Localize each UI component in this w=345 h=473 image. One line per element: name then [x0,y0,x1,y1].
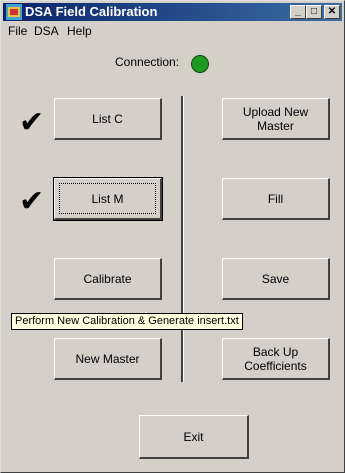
new-master-button[interactable]: New Master [54,338,162,380]
window-title: DSA Field Calibration [25,4,158,19]
close-button[interactable]: ✕ [324,5,340,19]
focus-rectangle [59,183,156,214]
menu-file[interactable]: File [8,23,27,39]
menu-help[interactable]: Help [67,23,92,39]
title-bar[interactable]: DSA Field Calibration _ □ ✕ [3,3,342,21]
connection-label: Connection: [115,55,180,69]
list-c-button[interactable]: List C [54,98,162,140]
exit-label: Exit [183,429,204,444]
app-icon [6,4,22,20]
calibrate-button[interactable]: Calibrate [54,258,162,300]
upload-new-master-button[interactable]: Upload New Master [222,98,330,140]
fill-button[interactable]: Fill [222,178,330,220]
minimize-button[interactable]: _ [290,5,306,19]
list-m-check-icon: ✔ [19,184,45,219]
list-c-check-icon: ✔ [19,105,45,140]
upload-new-master-label: Upload New Master [242,104,309,133]
back-up-coefficients-button[interactable]: Back Up Coefficients [222,338,330,380]
new-master-label: New Master [75,351,140,366]
save-label: Save [261,271,290,286]
maximize-button[interactable]: □ [306,5,322,19]
menu-dsa[interactable]: DSA [34,23,59,39]
vertical-divider [181,96,184,382]
calibrate-label: Calibrate [83,271,132,286]
exit-button[interactable]: Exit [139,415,249,459]
back-up-coefficients-label: Back Up Coefficients [244,344,307,373]
calibrate-tooltip: Perform New Calibration & Generate inser… [11,313,243,330]
fill-label: Fill [267,191,284,206]
list-c-label: List C [92,111,123,126]
connection-status-indicator [191,55,209,73]
save-button[interactable]: Save [222,258,330,300]
app-window: DSA Field Calibration _ □ ✕ File DSA Hel… [0,0,345,473]
list-m-button[interactable]: List M [53,177,163,221]
